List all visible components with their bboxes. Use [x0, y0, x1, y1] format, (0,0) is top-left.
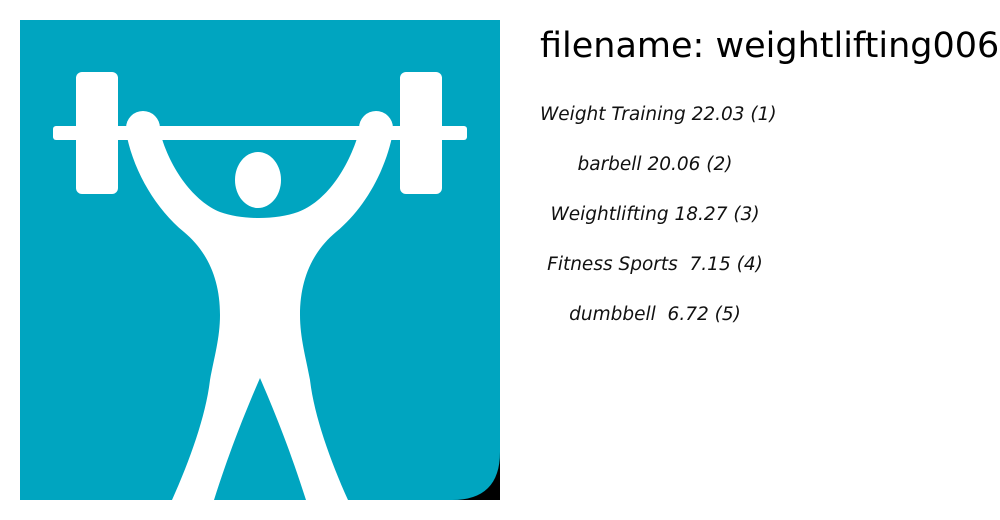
weightlifter-icon — [20, 20, 500, 500]
label-item: Weightlifting 18.27 (3) — [550, 204, 760, 225]
label-item: dumbbell 6.72 (5) — [569, 304, 741, 325]
weightlifter-image — [20, 20, 500, 500]
label-item: Weight Training 22.03 (1) — [540, 104, 777, 125]
label-item: Fitness Sports 7.15 (4) — [547, 254, 763, 275]
classification-label-list: Weight Training 22.03 (1) barbell 20.06 … — [540, 100, 777, 350]
label-item: barbell 20.06 (2) — [577, 154, 733, 175]
filename-text: filename: weightlifting0068.png — [540, 26, 1000, 66]
